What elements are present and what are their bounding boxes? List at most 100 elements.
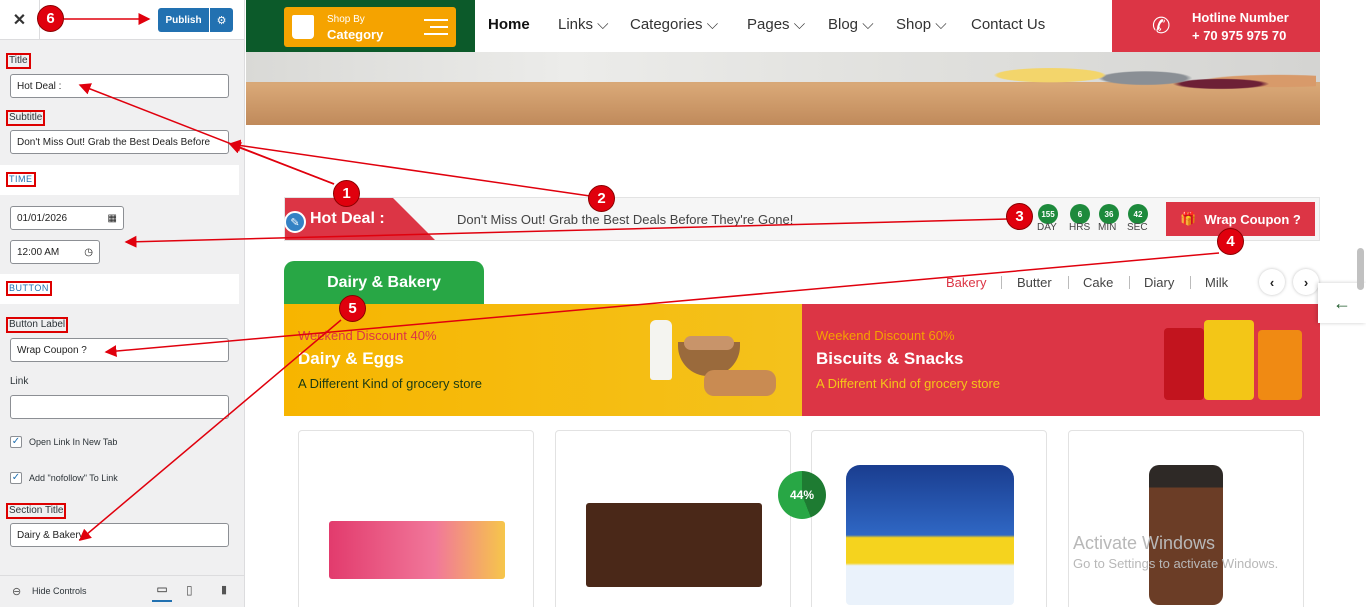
banner-discount: Weekend Discount 40% (298, 328, 437, 343)
date-input[interactable]: 01/01/2026 ▦ (10, 206, 124, 230)
wrap-coupon-label: Wrap Coupon ? (1204, 211, 1301, 227)
product-card[interactable] (1068, 430, 1304, 607)
publish-settings-gear-icon[interactable]: ⚙ (210, 8, 233, 32)
arrow-left-icon: ← (1333, 292, 1351, 313)
category-tab-bakery[interactable]: Bakery (946, 275, 986, 290)
carousel-prev-button[interactable]: ‹ (1259, 269, 1285, 295)
link-field-label: Link (10, 376, 29, 387)
category-button-line1: Shop By (327, 14, 365, 25)
nav-blog[interactable]: Blog ⌵ (828, 16, 874, 33)
time-section-header: TIME (0, 165, 239, 195)
hide-controls-button[interactable]: Hide Controls (32, 586, 87, 596)
discount-badge: 44% (778, 471, 826, 519)
windows-activation-watermark: Activate Windows Go to Settings to activ… (1073, 533, 1279, 571)
countdown-hours: 6 (1070, 204, 1090, 224)
nav-home[interactable]: Home (488, 16, 530, 33)
calendar-icon[interactable]: ▦ (108, 213, 117, 224)
product-card[interactable] (555, 430, 791, 607)
tablet-preview-icon[interactable]: ▯ (186, 583, 193, 597)
banner-title: Dairy & Eggs (298, 349, 404, 368)
category-divider (1190, 276, 1191, 289)
banner-biscuits-snacks[interactable]: Weekend Discount 60% Biscuits & Snacks A… (802, 304, 1320, 416)
hotline-box[interactable]: ✆ Hotline Number + 70 975 975 70 (1112, 0, 1320, 54)
edit-pencil-icon[interactable]: ✎ (284, 211, 306, 233)
countdown-days: 155 (1038, 204, 1058, 224)
customizer-footer: ⊖ Hide Controls ▭ ▯ ▮ (0, 575, 244, 607)
nofollow-label: Add "nofollow" To Link (29, 473, 118, 483)
annotation-badge-3: 3 (1006, 203, 1033, 230)
section-title-input[interactable]: Dairy & Bakery (10, 523, 229, 547)
customizer-sidebar: ✕ Publish ⚙ Title Hot Deal : Subtitle Do… (0, 0, 245, 607)
hide-controls-icon[interactable]: ⊖ (12, 585, 21, 598)
category-tab-butter[interactable]: Butter (1017, 275, 1052, 290)
category-tab-cake[interactable]: Cake (1083, 275, 1113, 290)
hamburger-menu-icon (424, 19, 448, 35)
hot-deal-subtitle: Don't Miss Out! Grab the Best Deals Befo… (457, 212, 794, 227)
time-input[interactable]: 12:00 AM ◷ (10, 240, 100, 264)
gift-icon: 🎁 (1180, 211, 1197, 226)
countdown-seconds: 42 (1128, 204, 1148, 224)
annotation-badge-4: 4 (1217, 228, 1244, 255)
category-tab-diary[interactable]: Diary (1144, 275, 1174, 290)
subtitle-input[interactable]: Don't Miss Out! Grab the Best Deals Befo… (10, 130, 229, 154)
title-field-label: Title (6, 53, 31, 69)
hot-deal-title: Hot Deal : (310, 210, 385, 227)
phone-icon: ✆ (1152, 13, 1171, 38)
product-card[interactable] (298, 430, 534, 607)
annotation-badge-1: 1 (333, 180, 360, 207)
mobile-preview-icon[interactable]: ▮ (221, 583, 227, 596)
section-tab-dairy-bakery[interactable]: Dairy & Bakery (284, 261, 484, 304)
site-preview: Shop By Category Home Links ⌵ Categories… (246, 0, 1366, 607)
banner-title: Biscuits & Snacks (816, 349, 964, 368)
chevron-left-icon: ‹ (1269, 274, 1275, 290)
button-section-header: BUTTON (0, 274, 239, 304)
clock-icon[interactable]: ◷ (84, 247, 93, 258)
category-button-line2: Category (327, 27, 384, 42)
shopping-bag-icon (292, 15, 314, 39)
countdown-minutes-label: MIN (1098, 222, 1117, 233)
nav-pages[interactable]: Pages ⌵ (747, 16, 805, 33)
category-divider (1001, 276, 1002, 289)
title-input[interactable]: Hot Deal : (10, 74, 229, 98)
product-image (586, 503, 762, 587)
shop-by-category-button[interactable]: Shop By Category (284, 7, 456, 47)
category-divider (1068, 276, 1069, 289)
category-tab-milk[interactable]: Milk (1205, 275, 1228, 290)
hotline-number: + 70 975 975 70 (1192, 28, 1287, 43)
nav-shop[interactable]: Shop ⌵ (896, 16, 947, 33)
close-customizer-button[interactable]: ✕ (0, 0, 40, 40)
carousel-next-button[interactable]: › (1293, 269, 1319, 295)
subtitle-field-label: Subtitle (5, 110, 46, 126)
category-divider (1129, 276, 1130, 289)
chips-packets-image (1162, 318, 1312, 404)
link-input[interactable] (10, 395, 229, 419)
annotation-badge-5: 5 (339, 295, 366, 322)
nofollow-checkbox[interactable]: ✓ (10, 472, 22, 484)
product-image (329, 521, 505, 579)
banner-subtitle: A Different Kind of grocery store (298, 376, 483, 391)
wrap-coupon-button[interactable]: 🎁 Wrap Coupon ? (1166, 202, 1315, 236)
countdown-hours-label: HRS (1069, 222, 1091, 233)
scrollbar-thumb[interactable] (1357, 248, 1364, 290)
countdown-seconds-label: SEC (1127, 222, 1148, 233)
category-panel: Shop By Category (246, 0, 475, 52)
hero-grocery-basket-image (936, 52, 1316, 110)
countdown-minutes: 36 (1099, 204, 1119, 224)
product-image (846, 465, 1014, 605)
desktop-preview-icon[interactable]: ▭ (152, 582, 172, 602)
open-new-tab-checkbox[interactable]: ✓ (10, 436, 22, 448)
button-label-input[interactable]: Wrap Coupon ? (10, 338, 229, 362)
product-card[interactable] (811, 430, 1047, 607)
banner-subtitle: A Different Kind of grocery store (816, 376, 1001, 391)
nav-categories[interactable]: Categories ⌵ (630, 16, 718, 33)
nav-contact-us[interactable]: Contact Us (971, 16, 1045, 33)
chevron-right-icon: › (1303, 274, 1309, 290)
nav-links[interactable]: Links ⌵ (558, 16, 609, 33)
publish-button[interactable]: Publish (158, 8, 209, 32)
banner-discount: Weekend Discount 60% (816, 328, 955, 343)
hotline-label: Hotline Number (1192, 10, 1289, 25)
banner-dairy-eggs[interactable]: Weekend Discount 40% Dairy & Eggs A Diff… (284, 304, 802, 416)
close-icon: ✕ (12, 12, 27, 29)
button-label-field-label: Button Label (5, 317, 69, 333)
open-new-tab-label: Open Link In New Tab (29, 437, 118, 447)
